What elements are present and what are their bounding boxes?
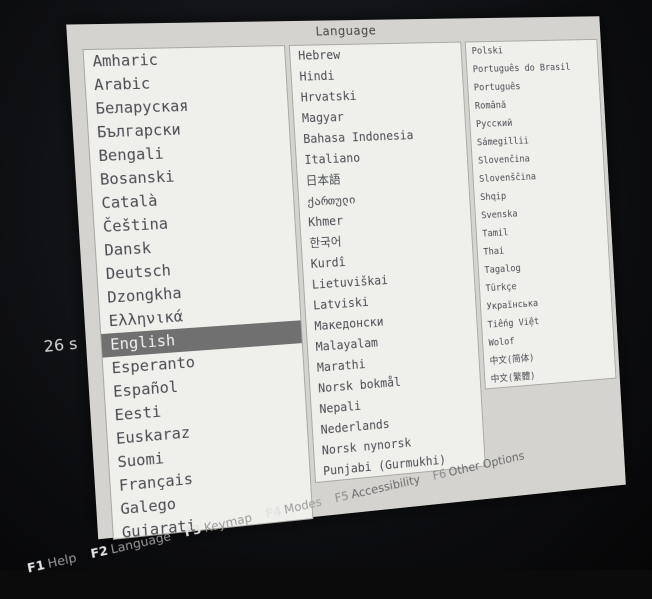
function-key-name: F6 (431, 466, 448, 483)
boot-menu: Language Amharic Arabic Беларуская Българск… (0, 0, 637, 599)
boot-countdown: 26 s (42, 334, 79, 357)
function-key-name: F1 (25, 557, 47, 576)
function-key-name: F4 (264, 503, 283, 522)
boot-screen: Language Amharic Arabic Беларуская Българск… (0, 0, 652, 576)
language-list-column-3[interactable]: Polski Português do Brasil Português Română… (464, 38, 617, 390)
function-key-name: F5 (333, 488, 350, 506)
function-key-name: F2 (89, 543, 110, 562)
language-list-column-2[interactable]: Hebrew Hindi Hrvatski Magyar Bahasa Indonesi… (288, 41, 486, 484)
function-key-label: Modes (283, 494, 323, 517)
function-key-name: F3 (183, 522, 203, 540)
language-list-column-1[interactable]: Amharic Arabic Беларуская Български Bengali B… (82, 45, 314, 540)
function-key-label: Help (46, 550, 78, 571)
f1-help-key[interactable]: F1Help (26, 550, 78, 575)
